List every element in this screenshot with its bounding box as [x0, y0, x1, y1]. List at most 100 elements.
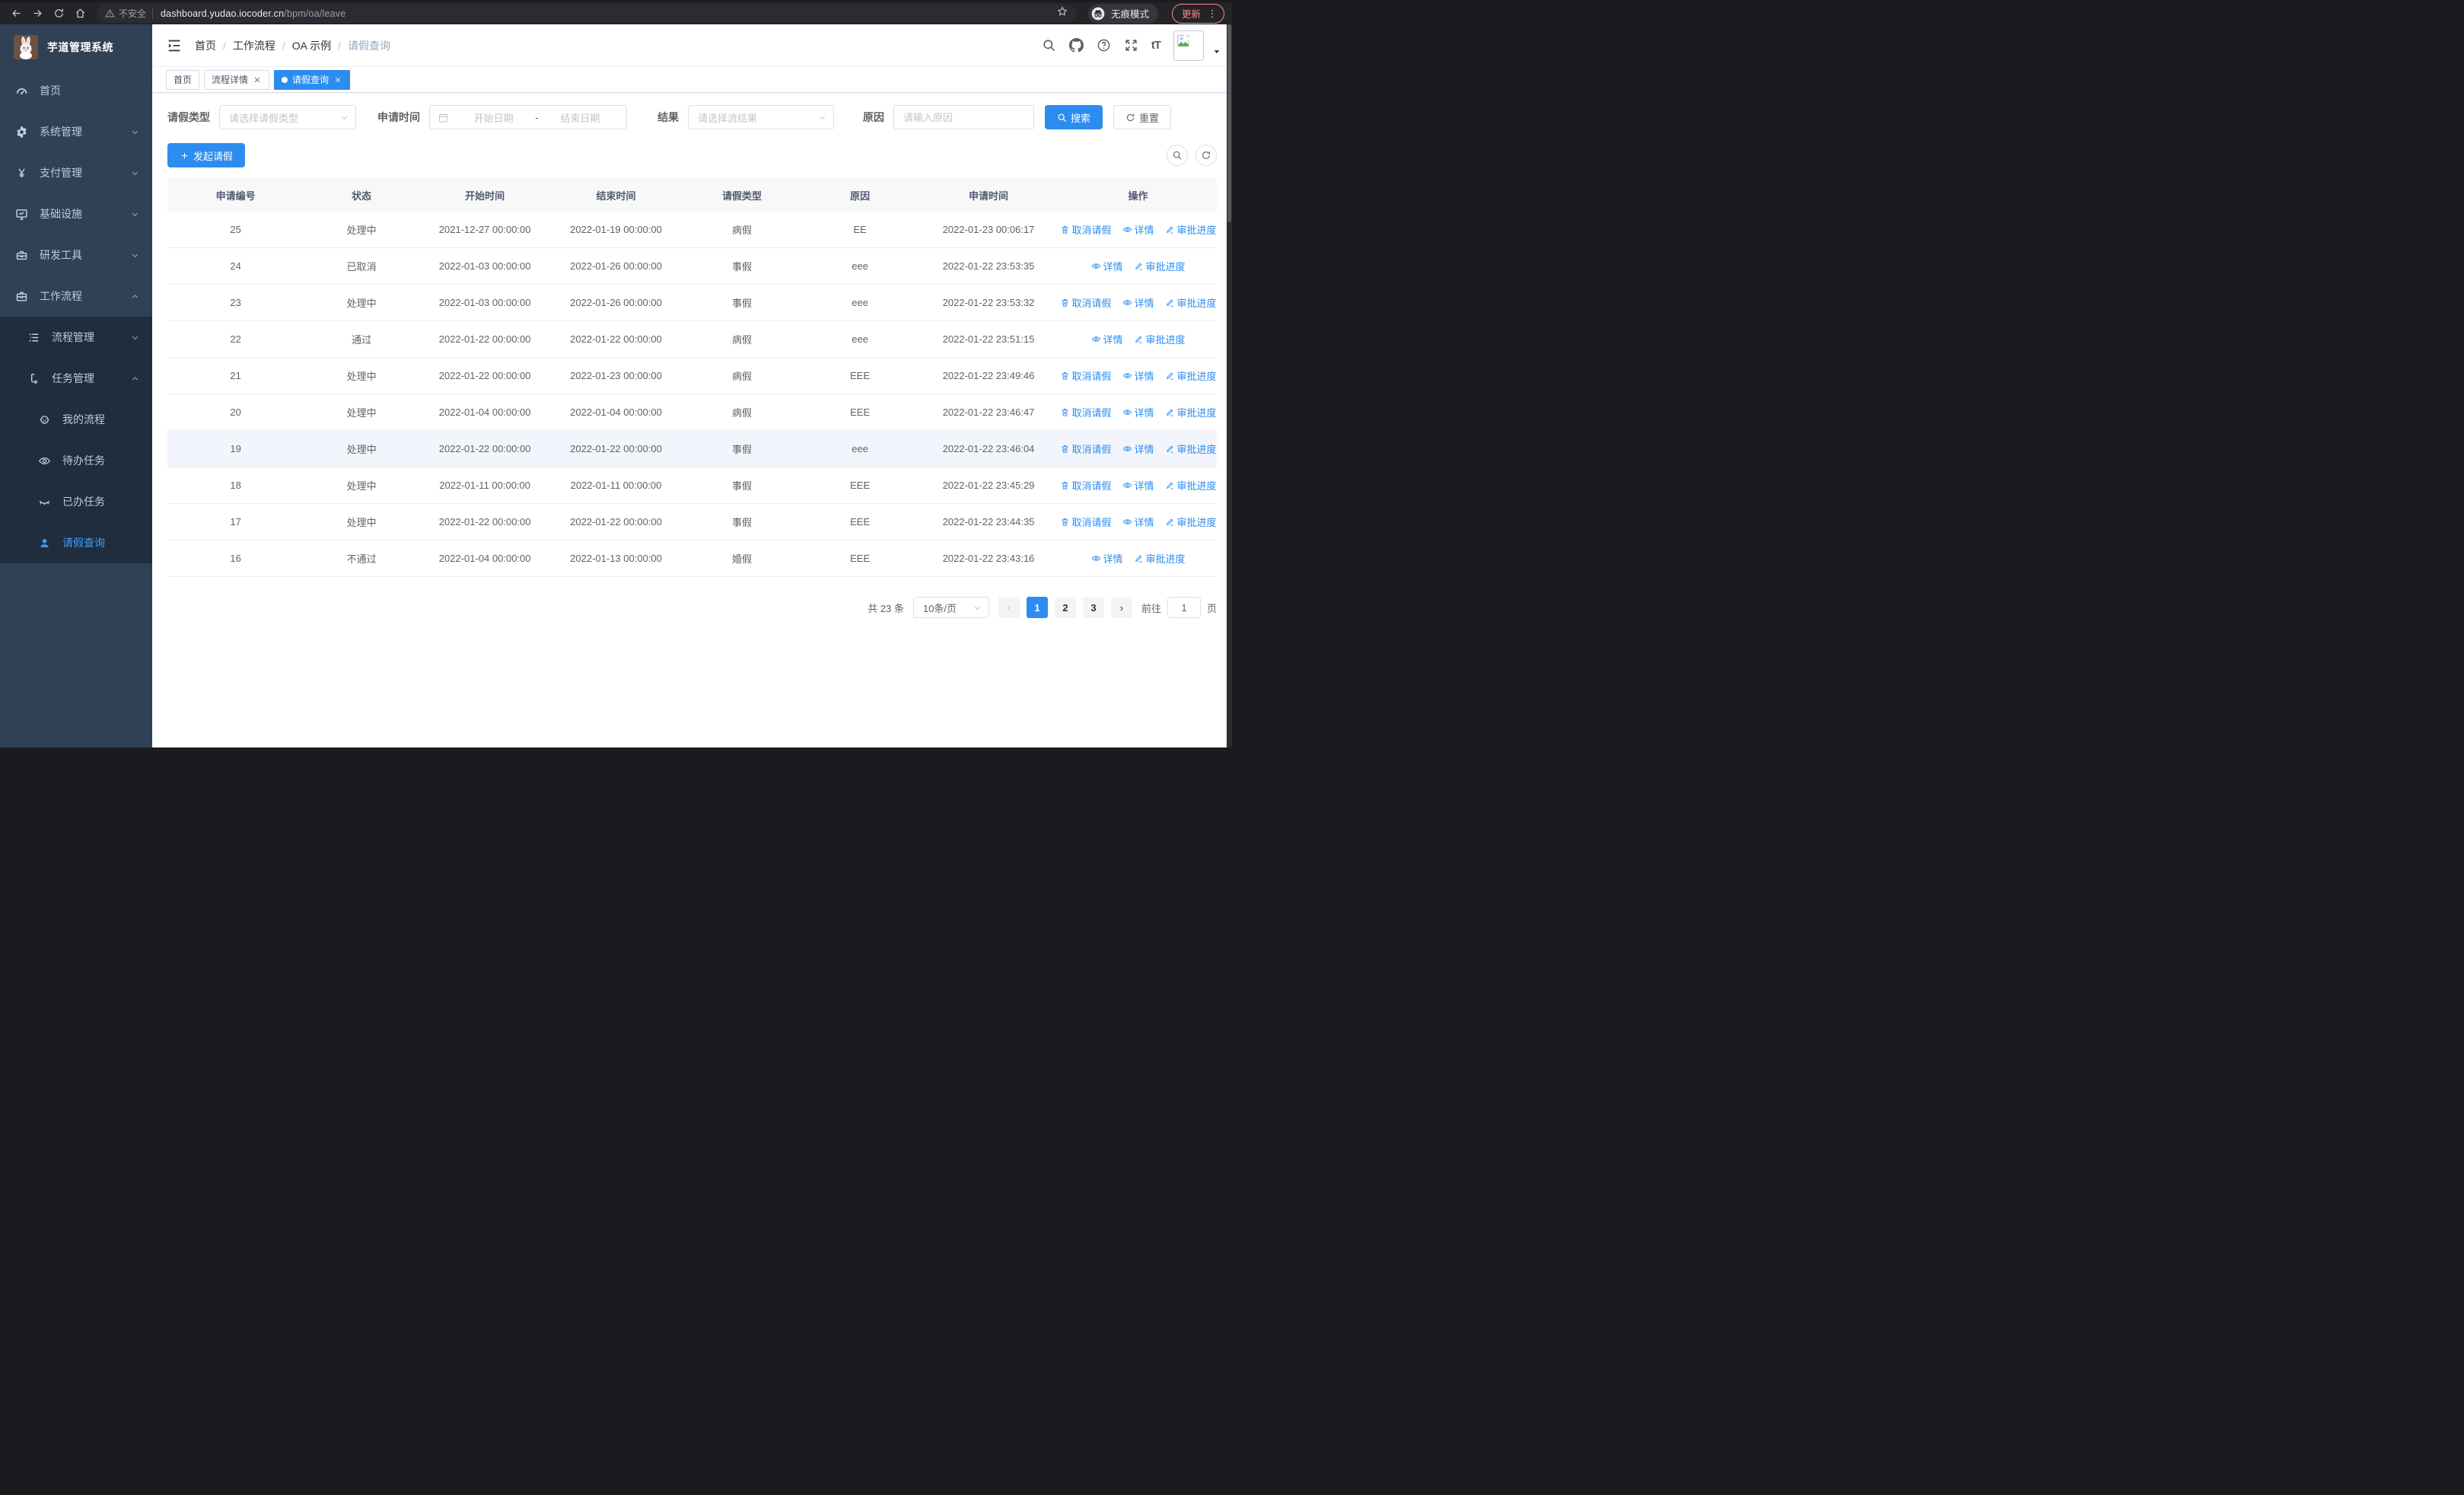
- next-page-icon[interactable]: ›: [1110, 597, 1132, 618]
- tab-首页[interactable]: 首页: [166, 69, 200, 90]
- refresh-table-icon[interactable]: [1195, 145, 1217, 166]
- table-row: 19 处理中 2022-01-22 00:00:00 2022-01-22 00:00…: [167, 431, 1217, 467]
- reload-icon[interactable]: [50, 5, 67, 22]
- cell-reason: EEE: [850, 516, 871, 528]
- sidebar-item-基础设施[interactable]: 基础设施: [0, 193, 152, 234]
- action-detail-link[interactable]: 详情: [1091, 551, 1123, 566]
- reason-input[interactable]: [893, 105, 1034, 129]
- leave-type-select[interactable]: 请选择请假类型: [219, 105, 356, 129]
- page-button-3[interactable]: 3: [1082, 597, 1104, 618]
- action-cancel-link[interactable]: 取消请假: [1060, 222, 1112, 237]
- create-leave-button[interactable]: 发起请假: [167, 143, 246, 167]
- pen-icon: [1165, 298, 1175, 308]
- action-progress-link[interactable]: 审批进度: [1165, 222, 1217, 237]
- action-cancel-link[interactable]: 取消请假: [1060, 295, 1112, 310]
- action-progress-link[interactable]: 审批进度: [1165, 368, 1217, 383]
- action-detail-link[interactable]: 详情: [1091, 259, 1123, 273]
- sidebar-item-支付管理[interactable]: 支付管理: [0, 152, 152, 193]
- date-end-placeholder[interactable]: 结束日期: [542, 110, 619, 125]
- action-cancel-link[interactable]: 取消请假: [1060, 515, 1112, 529]
- sidebar-item-流程管理[interactable]: 流程管理: [0, 317, 152, 358]
- action-progress-link[interactable]: 审批进度: [1165, 515, 1217, 529]
- action-progress-link[interactable]: 审批进度: [1165, 295, 1217, 310]
- show-search-toggle-icon[interactable]: [1167, 145, 1188, 166]
- sidebar-item-研发工具[interactable]: 研发工具: [0, 234, 152, 276]
- cell-actions: 详情 审批进度: [1059, 259, 1217, 273]
- page-button-1[interactable]: 1: [1026, 597, 1048, 618]
- breadcrumb-oa-example[interactable]: OA 示例: [292, 38, 331, 53]
- breadcrumb-workflow[interactable]: 工作流程: [233, 38, 275, 53]
- avatar-dropdown-caret-icon[interactable]: [1212, 46, 1221, 56]
- apply-time-range-picker[interactable]: 开始日期 - 结束日期: [429, 105, 627, 129]
- reset-button[interactable]: 重置: [1113, 105, 1172, 129]
- action-detail-link[interactable]: 详情: [1122, 515, 1154, 529]
- action-cancel-link[interactable]: 取消请假: [1060, 368, 1112, 383]
- home-icon[interactable]: [72, 5, 88, 22]
- fullscreen-icon[interactable]: [1124, 38, 1138, 53]
- action-progress-link[interactable]: 审批进度: [1165, 405, 1217, 419]
- cell-apply_time: 2022-01-22 23:44:35: [942, 516, 1035, 528]
- sidebar-item-任务管理[interactable]: 任务管理: [0, 358, 152, 399]
- address-bar[interactable]: 不安全 dashboard.yudao.iocoder.cn/bpm/oa/le…: [97, 4, 1076, 23]
- briefcase-icon: [15, 290, 28, 303]
- action-detail-link[interactable]: 详情: [1122, 368, 1154, 383]
- cell-id: 18: [230, 480, 241, 491]
- action-progress-link[interactable]: 审批进度: [1134, 332, 1186, 346]
- sidebar-item-请假查询[interactable]: 请假查询: [0, 522, 152, 563]
- action-cancel-link[interactable]: 取消请假: [1060, 405, 1112, 419]
- chevron-up-icon: [130, 292, 140, 301]
- action-detail-link[interactable]: 详情: [1122, 441, 1154, 456]
- sidebar-item-工作流程[interactable]: 工作流程: [0, 276, 152, 317]
- action-detail-link[interactable]: 详情: [1122, 478, 1154, 492]
- tab-流程详情[interactable]: 流程详情: [204, 69, 270, 90]
- cell-start: 2022-01-03 00:00:00: [438, 260, 531, 272]
- action-cancel-link[interactable]: 取消请假: [1060, 441, 1112, 456]
- search-button[interactable]: 搜索: [1045, 105, 1103, 129]
- action-progress-link[interactable]: 审批进度: [1165, 478, 1217, 492]
- user-icon: [38, 537, 51, 550]
- sidebar-item-已办任务[interactable]: 已办任务: [0, 481, 152, 522]
- sidebar-item-系统管理[interactable]: 系统管理: [0, 111, 152, 152]
- column-header-状态: 状态: [352, 190, 372, 202]
- page-size-select[interactable]: 10条/页: [912, 597, 989, 618]
- action-detail-link[interactable]: 详情: [1122, 295, 1154, 310]
- tab-请假查询[interactable]: 请假查询: [274, 69, 351, 90]
- forward-icon[interactable]: [29, 5, 46, 22]
- github-icon[interactable]: [1068, 38, 1084, 53]
- action-progress-link[interactable]: 审批进度: [1134, 551, 1186, 566]
- help-icon[interactable]: [1097, 38, 1111, 53]
- browser-update-button[interactable]: 更新: [1171, 3, 1224, 24]
- sidebar-item-我的流程[interactable]: 我的流程: [0, 399, 152, 440]
- search-icon[interactable]: [1042, 38, 1056, 53]
- scrollbar-thumb[interactable]: [1227, 24, 1231, 222]
- sidebar-toggle-icon[interactable]: [166, 37, 183, 54]
- calendar-icon: [438, 112, 449, 123]
- date-start-placeholder[interactable]: 开始日期: [455, 110, 532, 125]
- action-detail-link[interactable]: 详情: [1122, 222, 1154, 237]
- bookmark-star-icon[interactable]: [1056, 5, 1068, 21]
- close-icon[interactable]: [333, 75, 342, 84]
- font-size-icon[interactable]: tT: [1151, 39, 1161, 52]
- sidebar-item-首页[interactable]: 首页: [0, 70, 152, 111]
- chevron-down-icon: [130, 127, 140, 137]
- breadcrumb-home[interactable]: 首页: [195, 38, 216, 53]
- action-cancel-link[interactable]: 取消请假: [1060, 478, 1112, 492]
- close-icon[interactable]: [253, 75, 262, 84]
- action-progress-link[interactable]: 审批进度: [1165, 441, 1217, 456]
- cell-id: 16: [230, 553, 241, 564]
- kebab-menu-icon[interactable]: [1207, 8, 1218, 19]
- back-icon[interactable]: [8, 5, 24, 22]
- action-progress-link[interactable]: 审批进度: [1134, 259, 1186, 273]
- goto-page-input[interactable]: [1167, 597, 1201, 618]
- user-avatar[interactable]: [1173, 30, 1204, 61]
- result-select[interactable]: 请选择流结果: [688, 105, 834, 129]
- page-button-2[interactable]: 2: [1054, 597, 1076, 618]
- action-detail-link[interactable]: 详情: [1091, 332, 1123, 346]
- cell-id: 24: [230, 260, 241, 272]
- prev-page-icon[interactable]: ‹: [998, 597, 1020, 618]
- chevron-down-icon: [130, 250, 140, 260]
- browser-scrollbar[interactable]: [1227, 24, 1232, 748]
- action-detail-link[interactable]: 详情: [1122, 405, 1154, 419]
- table-toolbar: 发起请假: [167, 143, 1217, 167]
- sidebar-item-待办任务[interactable]: 待办任务: [0, 440, 152, 481]
